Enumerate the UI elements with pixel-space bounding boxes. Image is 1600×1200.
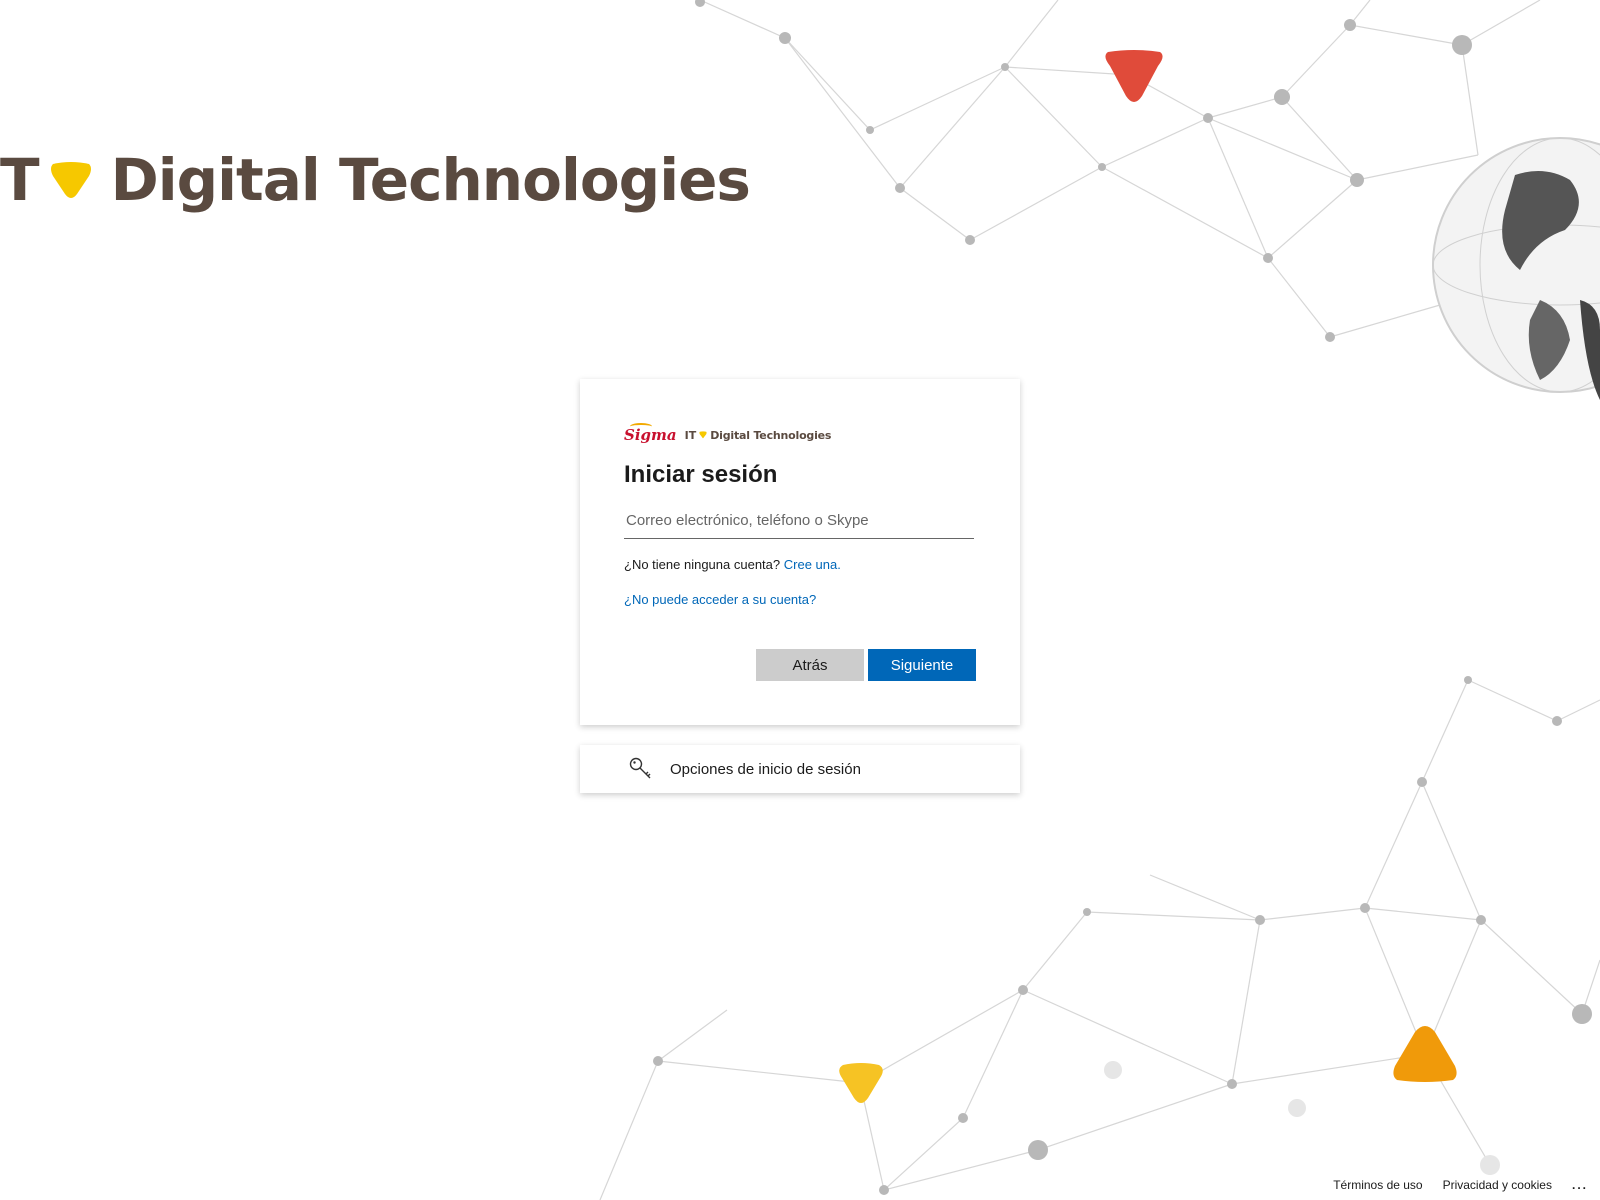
back-button[interactable]: Atrás: [756, 649, 864, 681]
email-field[interactable]: [624, 503, 974, 539]
brand-it: IT: [684, 428, 697, 442]
brand-logo: Sigma IT Digital Technologies: [624, 423, 976, 447]
cant-access-link[interactable]: ¿No puede acceder a su cuenta?: [624, 592, 816, 607]
brand-heart-icon: [699, 431, 707, 439]
cant-access-row: ¿No puede acceder a su cuenta?: [624, 592, 976, 607]
hero-logo-it: T: [0, 146, 40, 214]
signin-options-label: Opciones de inicio de sesión: [670, 760, 861, 778]
hero-company-logo: T Digital Technologies: [0, 140, 751, 220]
next-button[interactable]: Siguiente: [868, 649, 976, 681]
signin-options-button[interactable]: Opciones de inicio de sesión: [580, 745, 1020, 793]
yellow-heart-icon: [50, 162, 91, 198]
terms-link[interactable]: Términos de uso: [1333, 1178, 1422, 1192]
footer: Términos de uso Privacidad y cookies ...: [1333, 1178, 1588, 1192]
more-options-button[interactable]: ...: [1572, 1178, 1588, 1192]
hero-logo-text: Digital Technologies: [110, 146, 751, 214]
privacy-link[interactable]: Privacidad y cookies: [1443, 1178, 1552, 1192]
signin-card: Sigma IT Digital Technologies Iniciar se…: [580, 379, 1020, 725]
globe-graphic: [1432, 137, 1600, 400]
no-account-row: ¿No tiene ninguna cuenta? Cree una.: [624, 557, 976, 572]
create-account-link[interactable]: Cree una.: [784, 557, 841, 572]
no-account-text: ¿No tiene ninguna cuenta?: [624, 557, 781, 572]
brand-name: Digital Technologies: [710, 428, 832, 442]
page-title: Iniciar sesión: [624, 461, 778, 488]
sigma-logo: Sigma: [624, 423, 677, 444]
button-row: Atrás Siguiente: [756, 649, 976, 681]
key-icon: [629, 757, 651, 779]
